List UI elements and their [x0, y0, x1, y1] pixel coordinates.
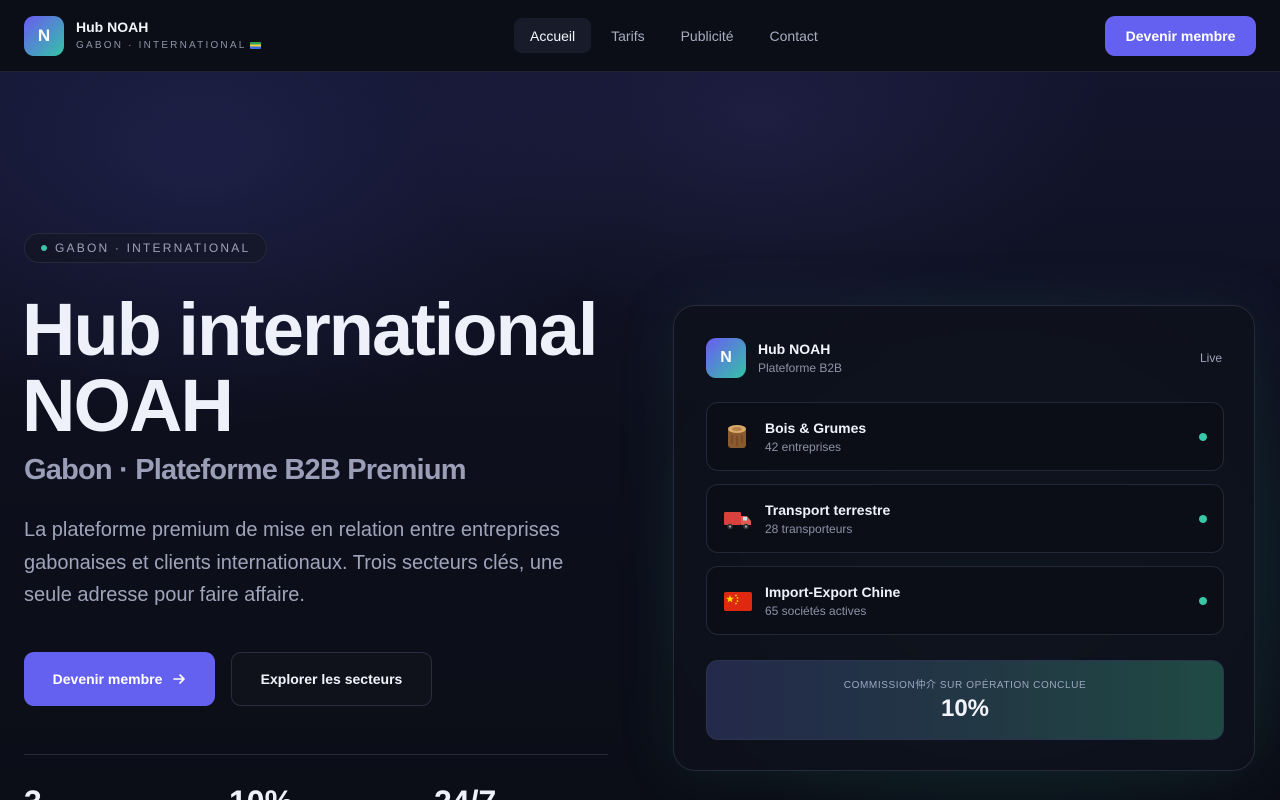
- commission-label: COMMISSION仲介 SUR OPÉRATION CONCLUE: [843, 680, 1087, 691]
- hero-title: Hub international NOAH: [22, 292, 642, 444]
- stat-availability-value: 24/7: [434, 784, 496, 800]
- sector-name: Bois & Grumes: [765, 420, 867, 436]
- badge-dot-icon: [41, 245, 47, 251]
- hero-title-line1: Hub international: [22, 288, 598, 371]
- hero-title-line2: NOAH: [22, 364, 234, 447]
- sector-item-transport[interactable]: Transport terrestre 28 transporteurs: [706, 484, 1224, 553]
- stat-commission-value: 10%: [229, 784, 293, 800]
- hero-divider: [24, 754, 608, 755]
- top-navbar: N Hub NOAH GABON · INTERNATIONAL Accueil…: [0, 0, 1280, 72]
- main-nav: Accueil Tarifs Publicité Contact: [514, 18, 834, 53]
- sector-name: Import-Export Chine: [765, 584, 901, 600]
- sector-count: 65 sociétés actives: [765, 604, 867, 618]
- card-subtitle: Plateforme B2B: [758, 361, 843, 375]
- commission-panel: COMMISSION仲介 SUR OPÉRATION CONCLUE 10%: [706, 660, 1224, 740]
- hero-description: La plateforme premium de mise en relatio…: [24, 519, 564, 606]
- hero-subtitle: Gabon · Plateforme B2B Premium: [24, 454, 467, 486]
- nav-become-member-button[interactable]: Devenir membre: [1105, 16, 1256, 56]
- gabon-flag-icon: [250, 41, 262, 49]
- nav-link-publicite[interactable]: Publicité: [665, 18, 750, 53]
- nav-link-tarifs[interactable]: Tarifs: [595, 18, 660, 53]
- sector-count: 28 transporteurs: [765, 522, 853, 536]
- hero-become-member-label: Devenir membre: [52, 671, 163, 687]
- card-title: Hub NOAH: [758, 341, 831, 357]
- explore-sectors-button[interactable]: Explorer les secteurs: [231, 652, 432, 706]
- brand-name: Hub NOAH: [76, 19, 149, 35]
- hero-badge-label: GABON · INTERNATIONAL: [55, 241, 251, 255]
- active-status-dot-icon: [1199, 515, 1207, 523]
- sector-item-bois[interactable]: Bois & Grumes 42 entreprises: [706, 402, 1224, 471]
- log-icon: [728, 425, 746, 448]
- card-logo: N: [706, 338, 746, 378]
- hero-badge: GABON · INTERNATIONAL: [24, 233, 268, 263]
- arrow-right-icon: [173, 674, 186, 684]
- nav-link-contact[interactable]: Contact: [754, 18, 834, 53]
- nav-link-accueil[interactable]: Accueil: [514, 18, 592, 53]
- active-status-dot-icon: [1199, 597, 1207, 605]
- brand-tagline: GABON · INTERNATIONAL: [76, 40, 262, 51]
- live-status: Live: [1199, 351, 1222, 365]
- commission-value: 10%: [940, 695, 990, 722]
- active-status-dot-icon: [1199, 433, 1207, 441]
- sector-item-import-export[interactable]: Import-Export Chine 65 sociétés actives: [706, 566, 1224, 635]
- stat-sectors-value: 3: [24, 784, 42, 800]
- platform-preview-card: N Hub NOAH Plateforme B2B Live Bois & Gr…: [673, 305, 1255, 771]
- sector-name: Transport terrestre: [765, 502, 891, 518]
- brand-logo[interactable]: N: [24, 16, 64, 56]
- sector-count: 42 entreprises: [765, 440, 842, 454]
- china-flag-icon: [724, 592, 752, 611]
- brand-tagline-text: GABON · INTERNATIONAL: [76, 40, 247, 51]
- truck-icon: [724, 512, 751, 530]
- hero-become-member-button[interactable]: Devenir membre: [24, 652, 215, 706]
